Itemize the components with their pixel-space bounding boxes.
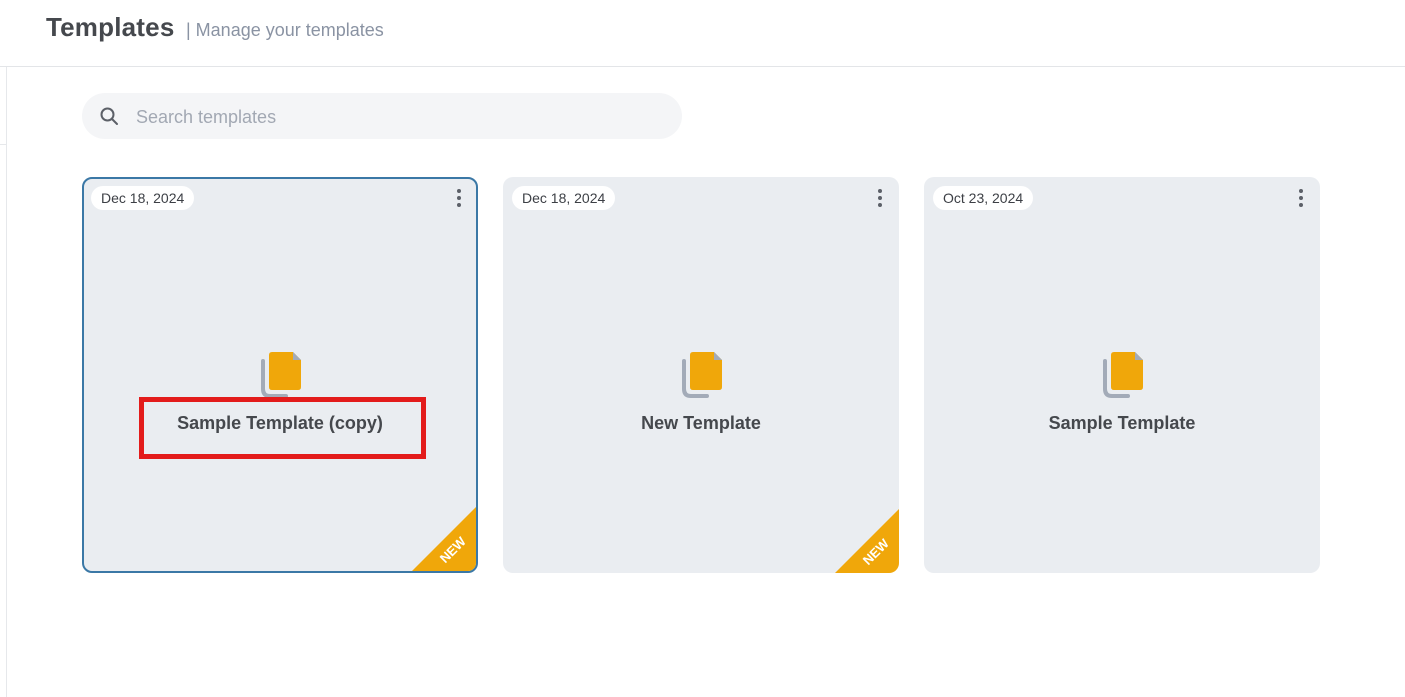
document-copy-icon [682, 352, 722, 398]
document-copy-icon [1103, 352, 1143, 398]
date-badge: Dec 18, 2024 [91, 186, 195, 210]
page-header: Templates | Manage your templates [0, 0, 1405, 67]
highlight-box [139, 397, 426, 459]
page-title: Templates [46, 12, 175, 42]
page-subtitle: | Manage your templates [186, 20, 384, 40]
template-card[interactable]: Oct 23, 2024 Sample Template [924, 177, 1320, 573]
template-name[interactable]: Sample Template [924, 413, 1320, 434]
template-name[interactable]: New Template [503, 413, 899, 434]
search-bar[interactable] [82, 93, 682, 141]
new-ribbon: NEW [835, 509, 899, 573]
more-options-icon[interactable] [872, 187, 888, 209]
sidebar-rail [0, 67, 7, 697]
template-card[interactable]: Dec 18, 2024 New Template NEW [503, 177, 899, 573]
search-icon [100, 107, 118, 125]
sidebar-divider [0, 144, 7, 145]
more-options-icon[interactable] [451, 187, 467, 209]
date-badge: Dec 18, 2024 [512, 186, 616, 210]
date-badge: Oct 23, 2024 [933, 186, 1034, 210]
search-input[interactable] [134, 93, 658, 141]
new-ribbon: NEW [412, 507, 476, 571]
document-copy-icon [261, 352, 301, 398]
more-options-icon[interactable] [1293, 187, 1309, 209]
template-card[interactable]: Dec 18, 2024 Sample Template (copy) NEW [82, 177, 478, 573]
